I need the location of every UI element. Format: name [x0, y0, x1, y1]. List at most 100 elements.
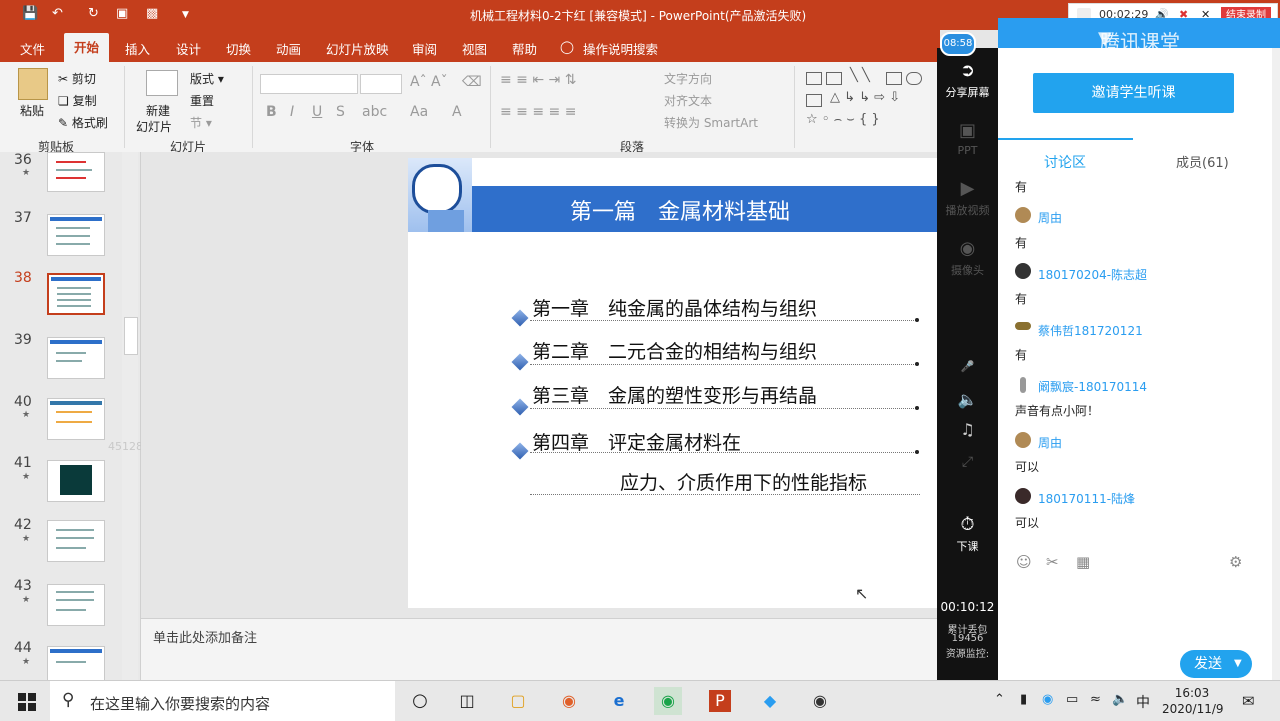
bold-icon[interactable]: B — [266, 104, 277, 120]
font-name-select[interactable] — [260, 74, 358, 94]
align-text-button[interactable]: 对齐文本 — [664, 92, 712, 109]
underline-icon[interactable]: U — [312, 104, 322, 120]
more-shapes-icon[interactable]: ☆ ◦ ⌢ ⌣ { } — [806, 112, 880, 127]
tab-review[interactable]: 审阅 — [412, 39, 437, 58]
end-class-button[interactable]: ⏱ 下课 — [937, 514, 998, 554]
slideshow-from-start-icon[interactable]: ▣ — [116, 6, 128, 21]
clear-format-icon[interactable]: ⌫ — [462, 74, 482, 90]
tab-animations[interactable]: 动画 — [276, 39, 301, 58]
tab-discussion[interactable]: 讨论区 — [1044, 152, 1086, 172]
share-screen-button[interactable]: ➲ 分享屏幕 — [937, 60, 998, 100]
music-icon[interactable]: ♫ — [937, 420, 998, 439]
change-case-icon[interactable]: Aa — [410, 104, 428, 120]
scrollbar-thumb[interactable] — [124, 317, 138, 355]
volume-icon[interactable]: 🔈 — [1112, 692, 1128, 707]
message-author[interactable]: 周由 — [1038, 434, 1062, 451]
customize-qat-icon[interactable]: ▼ — [182, 10, 189, 20]
wechat-icon[interactable]: ◉ — [654, 687, 682, 715]
paste-icon[interactable] — [18, 68, 48, 100]
present-icon[interactable]: ▩ — [146, 6, 158, 21]
save-icon[interactable]: 💾 — [22, 6, 38, 21]
slide-thumbnail-42[interactable] — [47, 520, 105, 562]
task-view-icon[interactable]: ◫ — [453, 687, 481, 715]
message-author[interactable]: 阚飘宸-180170114 — [1038, 378, 1147, 395]
smartart-button[interactable]: 转换为 SmartArt — [664, 114, 758, 131]
windows-start-icon[interactable] — [18, 693, 36, 711]
chapter-4[interactable]: 第四章 评定金属材料在 — [532, 428, 741, 455]
ime-indicator[interactable]: 中 — [1136, 692, 1150, 712]
message-author[interactable]: 蔡伟哲181720121 — [1038, 322, 1143, 339]
thumbnail-scrollbar[interactable] — [122, 152, 138, 680]
cut-button[interactable]: ✂ 剪切 — [58, 70, 96, 87]
chevron-down-icon[interactable]: ▼ — [1234, 650, 1242, 678]
slide-thumbnail-38[interactable] — [47, 273, 105, 315]
slide-thumbnail-44[interactable] — [47, 646, 105, 680]
redo-icon[interactable]: ↻ — [88, 6, 99, 21]
tab-help[interactable]: 帮助 — [512, 39, 537, 58]
tab-transitions[interactable]: 切换 — [226, 39, 251, 58]
chapter-3[interactable]: 第三章 金属的塑性变形与再结晶 — [532, 381, 817, 408]
textbox-shape-icon[interactable] — [806, 72, 822, 85]
play-video-button[interactable]: ▶ 播放视频 — [937, 178, 998, 218]
settings-icon[interactable]: ⚙ — [1229, 553, 1242, 571]
reset-button[interactable]: 重置 — [190, 92, 214, 109]
align-icons[interactable]: ≡ ≡ ≡ ≡ ≡ — [500, 104, 576, 120]
copy-button[interactable]: ❏ 复制 — [58, 92, 97, 109]
rectangle-shape-icon[interactable] — [886, 72, 902, 85]
slide-thumbnail-43[interactable] — [47, 584, 105, 626]
grow-font-icon[interactable]: Aˆ Aˇ — [410, 74, 448, 90]
new-slide-icon[interactable] — [146, 70, 178, 96]
rounded-rect-shape-icon[interactable] — [806, 94, 822, 107]
new-slide-label2[interactable]: 幻灯片 — [136, 118, 172, 135]
font-color-icon[interactable]: A — [452, 104, 462, 120]
slide-thumbnail-41[interactable] — [47, 460, 105, 502]
section-button[interactable]: 节 ▾ — [190, 114, 212, 131]
font-size-select[interactable] — [360, 74, 402, 94]
layout-button[interactable]: 版式 ▾ — [190, 70, 224, 87]
tab-slideshow[interactable]: 幻灯片放映 — [326, 39, 389, 58]
slide-thumbnail-40[interactable] — [47, 398, 105, 440]
tencent-classroom-icon[interactable]: ◆ — [756, 687, 784, 715]
tab-insert[interactable]: 插入 — [125, 39, 150, 58]
emoji-icon[interactable]: ☺ — [1016, 553, 1032, 571]
bullets-icon[interactable]: ≡ ≡ ⇤ ⇥ ⇅ — [500, 72, 576, 88]
chapter-2[interactable]: 第二章 二元合金的相结构与组织 — [532, 337, 817, 364]
notes-pane[interactable]: 单击此处添加备注 — [141, 618, 940, 681]
undo-icon[interactable]: ↶ — [52, 6, 63, 21]
ppt-button[interactable]: ▣ PPT — [937, 120, 998, 157]
slide-thumbnail-36[interactable] — [47, 152, 105, 192]
italic-icon[interactable]: I — [290, 104, 294, 120]
connector-shapes-icon[interactable]: △ ↳ ↳ ⇨ ⇩ — [830, 90, 900, 105]
tray-expand-icon[interactable]: ⌃ — [994, 692, 1005, 707]
taskbar-search[interactable]: ⚲ 在这里输入你要搜索的内容 — [50, 681, 395, 721]
slide-thumbnail-39[interactable] — [47, 337, 105, 379]
paste-button[interactable]: 粘贴 — [20, 102, 44, 119]
powerpoint-icon[interactable]: P — [709, 690, 731, 712]
discussion-scrollbar[interactable] — [1272, 48, 1280, 680]
slide-thumbnail-37[interactable] — [47, 214, 105, 256]
battery-icon[interactable]: ▭ — [1066, 692, 1078, 707]
chapter-4-continued[interactable]: 应力、介质作用下的性能指标 — [620, 468, 867, 495]
tab-design[interactable]: 设计 — [176, 39, 201, 58]
cortana-icon[interactable]: ○ — [406, 687, 434, 715]
tab-file[interactable]: 文件 — [20, 39, 45, 58]
shadow-icon[interactable]: S — [336, 104, 345, 120]
edge-icon[interactable]: e — [605, 687, 633, 715]
invite-students-button[interactable]: 邀请学生听课 — [1033, 73, 1234, 113]
mic-icon[interactable]: 🎤 — [937, 360, 998, 373]
chapter-1[interactable]: 第一章 纯金属的晶体结构与组织 — [532, 294, 817, 321]
tab-view[interactable]: 视图 — [462, 39, 487, 58]
clock[interactable]: 16:03 2020/11/9 — [1162, 685, 1224, 717]
tray-mic-icon[interactable]: ▮ — [1020, 692, 1027, 707]
image-icon[interactable]: ▦ — [1076, 553, 1090, 571]
tab-members[interactable]: 成员(61) — [1176, 152, 1229, 171]
strikethrough-icon[interactable]: abc — [362, 104, 387, 120]
app-icon[interactable]: ◉ — [806, 687, 834, 715]
fullscreen-icon[interactable]: ⤢ — [937, 454, 998, 470]
camera-button[interactable]: ◉ 摄像头 — [937, 238, 998, 278]
send-button[interactable]: 发送 ▼ — [1180, 650, 1252, 678]
textbox-vertical-shape-icon[interactable] — [826, 72, 842, 85]
text-direction-button[interactable]: 文字方向 — [664, 70, 712, 87]
tell-me-search[interactable]: 操作说明搜索 — [583, 39, 658, 58]
scissors-icon[interactable]: ✂ — [1046, 553, 1059, 571]
